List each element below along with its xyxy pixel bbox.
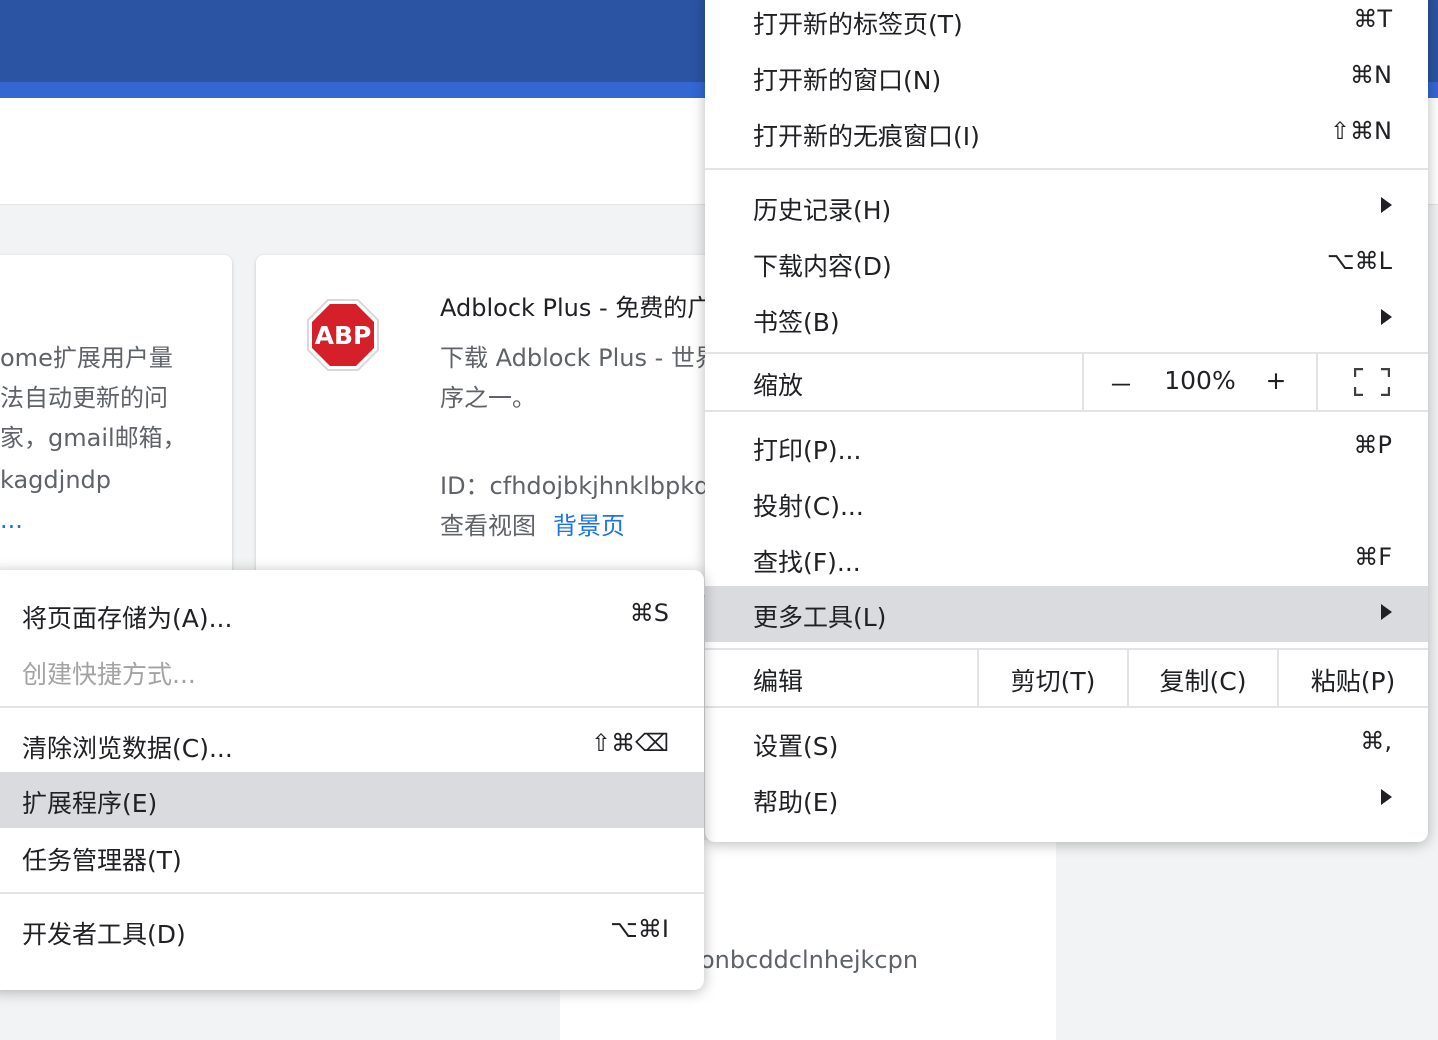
background-page-link[interactable]: 背景页 <box>553 506 625 541</box>
menu-item-cast[interactable]: 投射(C)... <box>705 475 1428 531</box>
menu-item-shortcut: ⌘F <box>1354 543 1392 571</box>
menu-item-label: 清除浏览数据(C)... <box>22 734 233 763</box>
menu-item-label: 任务管理器(T) <box>22 846 182 875</box>
extension-desc-line2: 序之一。 <box>440 384 536 412</box>
menu-item-shortcut: ⌘S <box>629 599 669 627</box>
menu-item-new-tab[interactable]: 打开新的标签页(T) ⌘T <box>705 0 1428 49</box>
menu-item-label: 打印(P)... <box>753 436 862 465</box>
copy-button[interactable]: 复制(C) <box>1129 662 1277 698</box>
menu-item-shortcut: ⌘T <box>1353 5 1392 33</box>
menu-item-label: 历史记录(H) <box>753 196 892 225</box>
menu-row-zoom: 缩放 <box>705 354 1428 410</box>
zoom-out-button[interactable]: － <box>1105 366 1137 402</box>
svg-text:ABP: ABP <box>315 321 372 350</box>
submenu-item-clear-browsing-data[interactable]: 清除浏览数据(C)... ⇧⌘⌫ <box>0 717 704 773</box>
extension-desc-line1: 下载 Adblock Plus - 世界 <box>440 344 719 372</box>
menu-item-label: 扩展程序(E) <box>22 789 158 818</box>
menu-separator <box>0 706 704 708</box>
fullscreen-icon[interactable] <box>1354 368 1390 396</box>
more-tools-submenu: 将页面存储为(A)... ⌘S 创建快捷方式... 清除浏览数据(C)... ⇧… <box>0 570 704 990</box>
submenu-arrow-icon <box>1381 197 1392 213</box>
chrome-main-menu: 打开新的标签页(T) ⌘T 打开新的窗口(N) ⌘N 打开新的无痕窗口(I) ⇧… <box>705 0 1428 842</box>
menu-item-label: 更多工具(L) <box>753 603 887 632</box>
menu-item-label: 打开新的标签页(T) <box>753 10 963 39</box>
extension-title: Adblock Plus - 免费的广 <box>440 294 712 322</box>
menu-item-downloads[interactable]: 下载内容(D) ⌥⌘L <box>705 235 1428 291</box>
edit-label: 编辑 <box>753 667 804 696</box>
menu-item-more-tools[interactable]: 更多工具(L) <box>705 586 1428 642</box>
submenu-item-developer-tools[interactable]: 开发者工具(D) ⌥⌘I <box>0 903 704 959</box>
menu-item-label: 打开新的无痕窗口(I) <box>753 122 980 151</box>
zoom-level: 100% <box>1164 366 1236 395</box>
submenu-item-create-shortcut: 创建快捷方式... <box>0 643 704 699</box>
zoom-label: 缩放 <box>753 371 804 400</box>
menu-item-label: 将页面存储为(A)... <box>22 604 233 633</box>
card-left-id: kagdjndp <box>0 466 111 494</box>
card-left-desc-line1: ome扩展用户量 <box>0 344 173 372</box>
menu-item-label: 帮助(E) <box>753 788 839 817</box>
menu-item-shortcut: ⌥⌘L <box>1326 247 1392 275</box>
submenu-arrow-icon <box>1381 309 1392 325</box>
menu-item-label: 书签(B) <box>753 308 840 337</box>
bottom-extension-id: onbcddclnhejkcpn <box>700 946 919 974</box>
submenu-item-save-page-as[interactable]: 将页面存储为(A)... ⌘S <box>0 587 704 643</box>
menu-item-label: 开发者工具(D) <box>22 920 186 949</box>
menu-item-label: 投射(C)... <box>753 492 864 521</box>
extension-id: ID：cfhdojbkjhnklbpkda <box>440 472 725 500</box>
paste-button[interactable]: 粘贴(P) <box>1279 662 1427 698</box>
menu-item-history[interactable]: 历史记录(H) <box>705 179 1428 235</box>
menu-item-label: 创建快捷方式... <box>22 660 196 689</box>
menu-item-label: 下载内容(D) <box>753 252 892 281</box>
card-left-desc-line3: 家，gmail邮箱， <box>0 424 187 452</box>
menu-item-shortcut: ⇧⌘⌫ <box>590 729 669 757</box>
submenu-arrow-icon <box>1381 604 1392 620</box>
zoom-in-button[interactable]: + <box>1260 366 1292 395</box>
menu-item-settings[interactable]: 设置(S) ⌘, <box>705 715 1428 771</box>
adblock-plus-logo-icon: ABP <box>307 299 379 371</box>
zoom-divider <box>1082 354 1084 410</box>
submenu-item-task-manager[interactable]: 任务管理器(T) <box>0 829 704 885</box>
menu-item-label: 查找(F)... <box>753 548 861 577</box>
menu-item-new-incognito-window[interactable]: 打开新的无痕窗口(I) ⇧⌘N <box>705 105 1428 161</box>
menu-separator <box>0 892 704 894</box>
menu-item-shortcut: ⌘N <box>1350 61 1392 89</box>
menu-item-find[interactable]: 查找(F)... ⌘F <box>705 531 1428 587</box>
menu-item-shortcut: ⌘P <box>1353 431 1392 459</box>
card-left-desc-line2: 法自动更新的问 <box>0 384 168 412</box>
menu-separator <box>705 706 1428 708</box>
menu-item-shortcut: ⌘, <box>1360 727 1392 755</box>
menu-separator <box>705 410 1428 412</box>
zoom-divider <box>1316 354 1318 410</box>
menu-item-label: 设置(S) <box>753 732 839 761</box>
submenu-item-extensions[interactable]: 扩展程序(E) <box>0 772 704 828</box>
menu-item-label: 打开新的窗口(N) <box>753 66 942 95</box>
menu-item-help[interactable]: 帮助(E) <box>705 771 1428 827</box>
menu-item-bookmarks[interactable]: 书签(B) <box>705 291 1428 347</box>
cut-button[interactable]: 剪切(T) <box>979 662 1127 698</box>
submenu-arrow-icon <box>1381 789 1392 805</box>
menu-separator <box>705 168 1428 170</box>
menu-item-new-window[interactable]: 打开新的窗口(N) ⌘N <box>705 49 1428 105</box>
menu-item-print[interactable]: 打印(P)... ⌘P <box>705 419 1428 475</box>
inspect-views-label: 查看视图 <box>440 512 536 540</box>
menu-item-shortcut: ⌥⌘I <box>610 915 669 943</box>
card-left-link[interactable]: ... <box>0 506 23 534</box>
menu-item-shortcut: ⇧⌘N <box>1329 117 1392 145</box>
